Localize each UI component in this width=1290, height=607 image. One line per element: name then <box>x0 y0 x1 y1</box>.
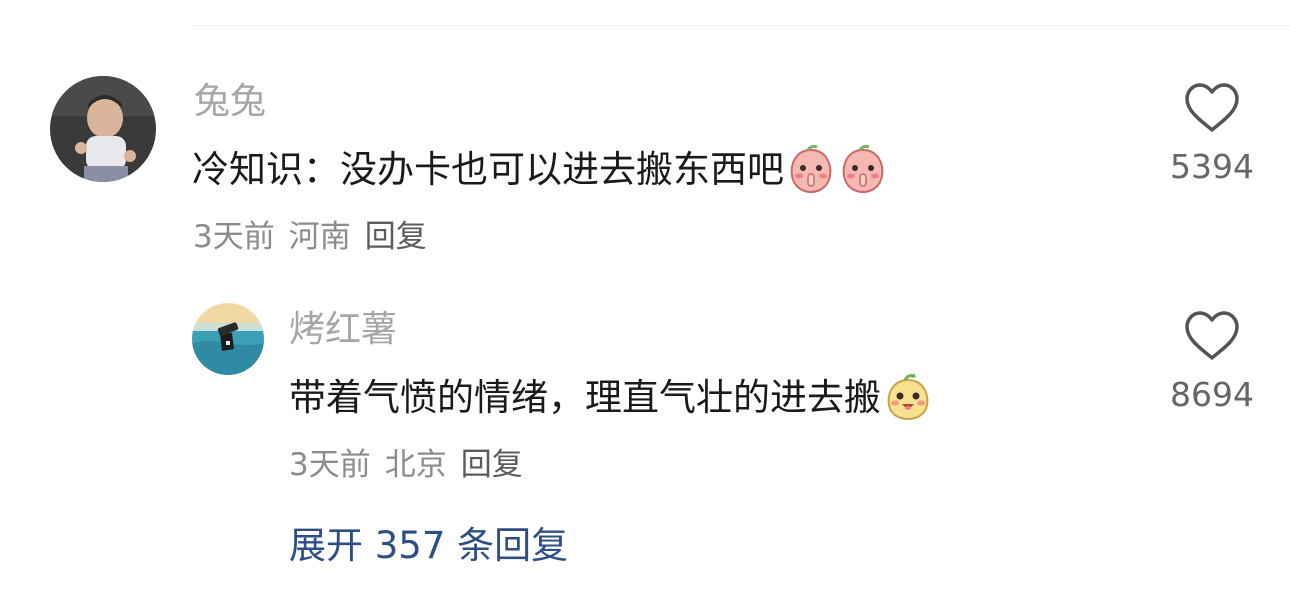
comment-section: 兔兔 冷知识：没办卡也可以进去搬东西吧 3天前 河南 回复 5394 烤红薯 带… <box>0 0 1290 607</box>
comment-time: 3天前 <box>289 447 371 483</box>
like-button[interactable] <box>1183 310 1241 362</box>
peach-shush-emoji-icon <box>838 144 888 194</box>
avatar[interactable] <box>192 303 264 375</box>
comment-meta: 3天前 河南 回复 <box>193 222 427 253</box>
like-count: 8694 <box>1170 375 1254 414</box>
peach-cheeky-emoji-icon <box>883 372 933 422</box>
avatar[interactable] <box>50 76 156 182</box>
like-button[interactable] <box>1183 82 1241 134</box>
expand-replies-button[interactable]: 展开 357 条回复 <box>289 527 568 564</box>
ocean-scene-avatar <box>192 303 264 375</box>
comment-meta: 3天前 北京 回复 <box>289 450 523 481</box>
heart-outline-icon <box>1185 83 1239 132</box>
comment-location: 河南 <box>288 219 351 255</box>
comment-body: 冷知识：没办卡也可以进去搬东西吧 <box>192 147 784 191</box>
comment-time: 3天前 <box>193 219 275 255</box>
peach-shush-emoji-icon <box>786 144 836 194</box>
reply-button[interactable]: 回复 <box>365 222 427 253</box>
comment-text: 冷知识：没办卡也可以进去搬东西吧 <box>192 144 888 194</box>
comment-text: 带着气愤的情绪，理直气壮的进去搬 <box>289 372 933 422</box>
like-count: 5394 <box>1170 147 1254 186</box>
comment-body: 带着气愤的情绪，理直气壮的进去搬 <box>289 375 881 419</box>
reply-button[interactable]: 回复 <box>461 450 523 481</box>
comment-username[interactable]: 烤红薯 <box>289 312 397 348</box>
divider <box>192 25 1290 26</box>
comment-location: 北京 <box>384 447 447 483</box>
comment-username[interactable]: 兔兔 <box>194 84 266 120</box>
heart-outline-icon <box>1185 311 1239 360</box>
baby-photo-avatar <box>50 76 156 182</box>
